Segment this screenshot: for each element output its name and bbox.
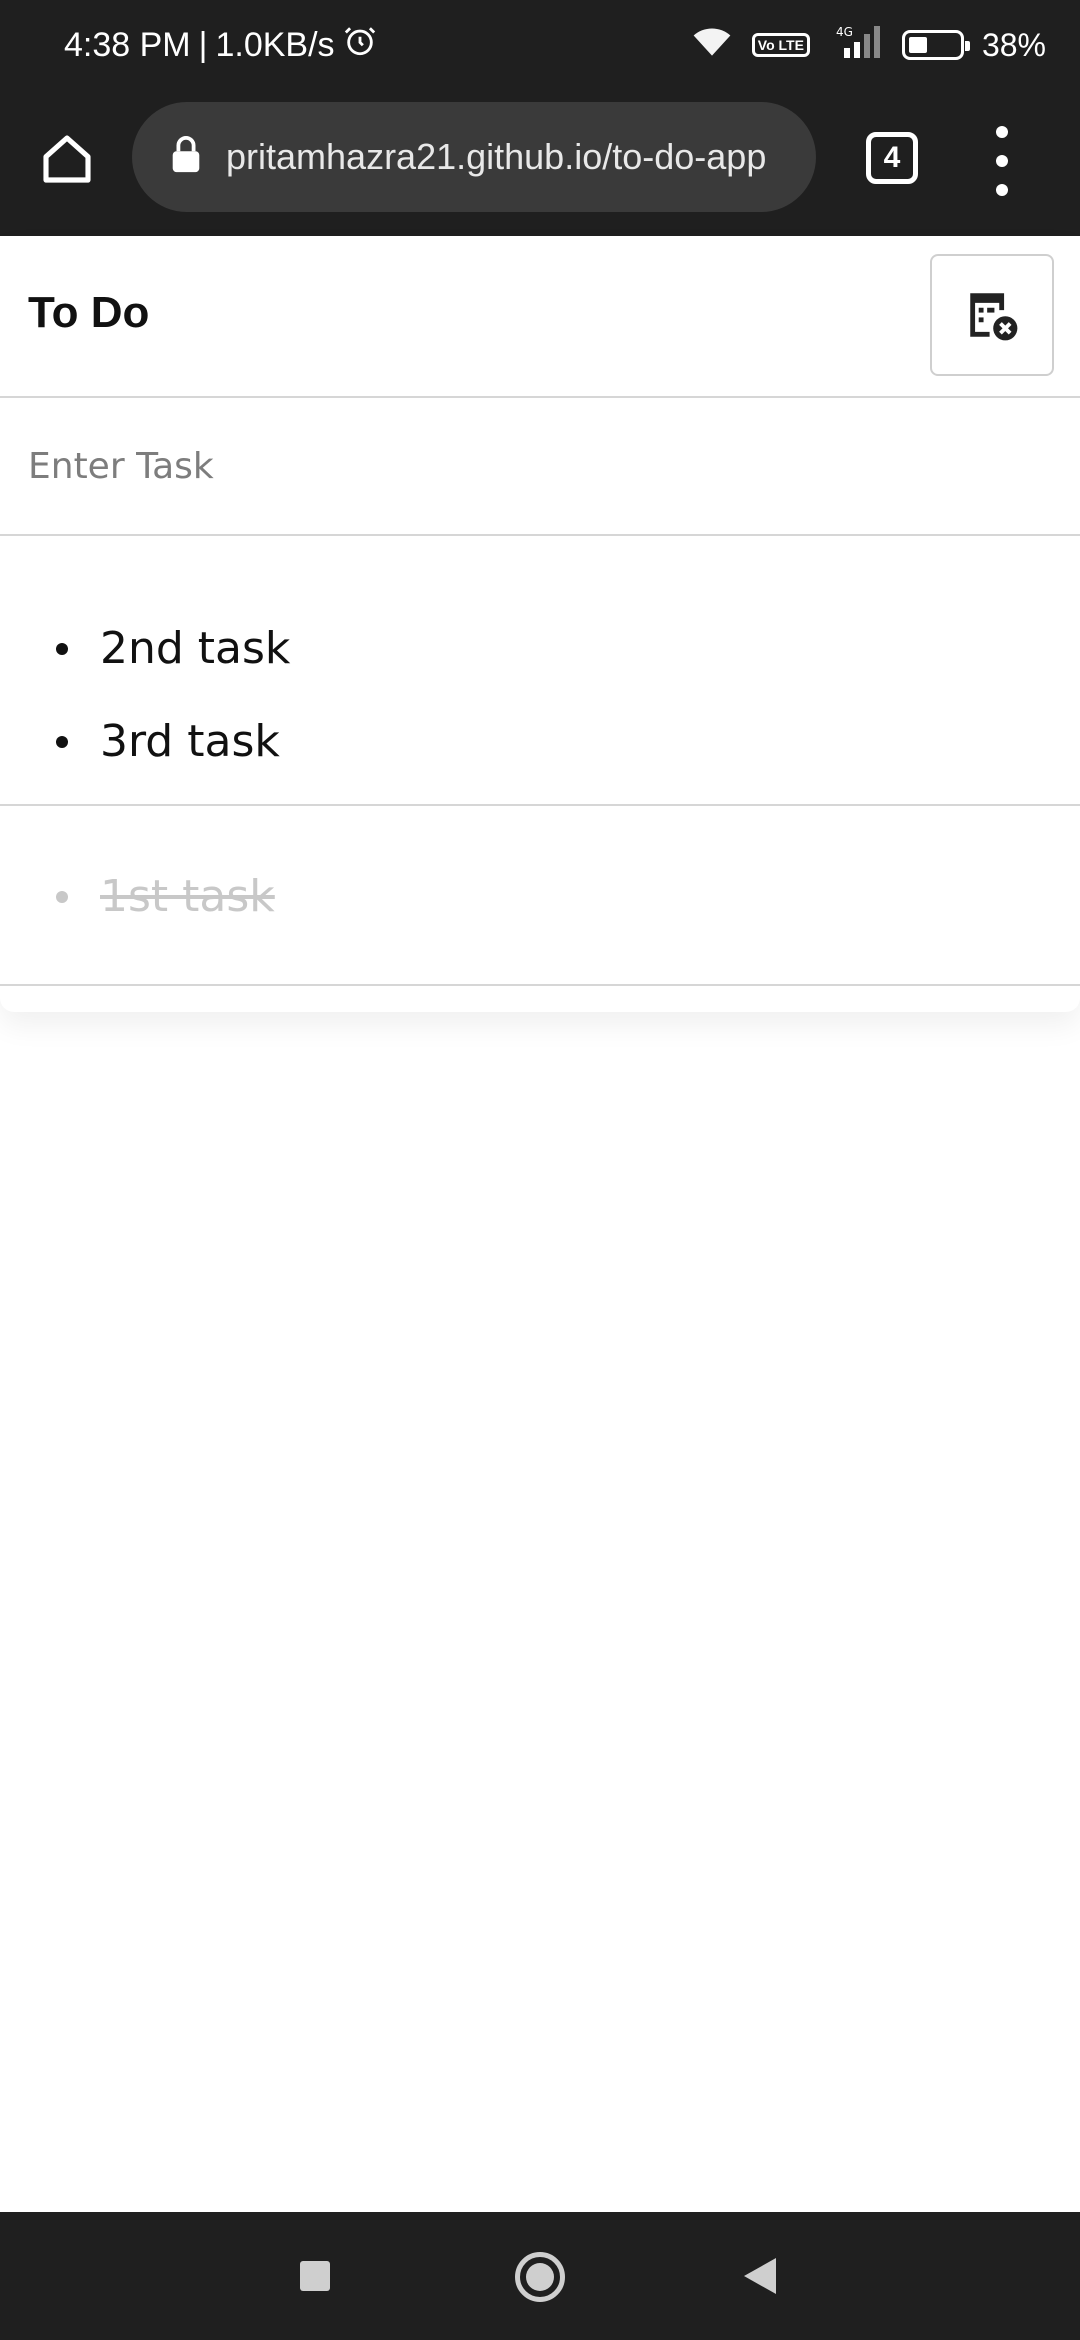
tabs-button[interactable]: 4 xyxy=(866,132,918,184)
todo-app: To Do 2nd task 3rd task 1st task xyxy=(0,236,1080,1012)
url-text: pritamhazra21.github.io/to-do-app xyxy=(226,136,767,177)
bullet-icon xyxy=(56,735,68,748)
recents-icon[interactable] xyxy=(300,2261,330,2291)
list-item[interactable]: 3rd task xyxy=(0,695,1080,788)
home-icon xyxy=(43,135,91,183)
app-header: To Do xyxy=(0,236,1080,398)
status-left: 4:38 PM | 1.0KB/s xyxy=(64,24,377,67)
task-input[interactable] xyxy=(0,398,1080,534)
lock-icon xyxy=(170,135,202,179)
pending-task-list: 2nd task 3rd task xyxy=(0,536,1080,806)
page-title: To Do xyxy=(28,288,150,337)
task-input-row xyxy=(0,398,1080,536)
list-item[interactable]: 2nd task xyxy=(0,602,1080,695)
home-button[interactable] xyxy=(32,124,102,194)
home-nav-icon[interactable] xyxy=(515,2252,565,2302)
clear-list-icon xyxy=(970,293,1018,341)
address-bar[interactable]: pritamhazra21.github.io/to-do-app xyxy=(132,102,816,212)
wifi-icon xyxy=(690,24,734,66)
bullet-icon xyxy=(56,890,68,903)
battery-icon xyxy=(901,30,970,60)
task-text: 1st task xyxy=(100,871,275,922)
navigation-bar xyxy=(0,2212,1080,2340)
status-separator: | xyxy=(198,26,208,64)
status-speed: 1.0KB/s xyxy=(215,26,335,64)
signal-icon: 4G xyxy=(828,24,884,66)
list-item[interactable]: 1st task xyxy=(0,850,1080,943)
volte-badge: Vo LTE xyxy=(751,33,810,57)
clear-list-button[interactable] xyxy=(930,254,1054,376)
status-time: 4:38 PM xyxy=(64,26,191,64)
status-right: Vo LTE 4G 38% xyxy=(690,24,1046,66)
svg-text:4G: 4G xyxy=(836,25,853,39)
status-bar: 4:38 PM | 1.0KB/s Vo LTE 4G 38% xyxy=(0,0,1080,96)
task-text: 3rd task xyxy=(100,716,280,767)
completed-task-list: 1st task xyxy=(0,806,1080,986)
bullet-icon xyxy=(56,642,68,655)
more-menu-icon[interactable] xyxy=(990,126,1014,196)
alarm-icon xyxy=(343,24,377,67)
battery-percent: 38% xyxy=(981,26,1046,63)
back-icon[interactable] xyxy=(744,2258,776,2294)
browser-toolbar: pritamhazra21.github.io/to-do-app 4 xyxy=(0,96,1080,236)
task-text: 2nd task xyxy=(100,623,291,674)
